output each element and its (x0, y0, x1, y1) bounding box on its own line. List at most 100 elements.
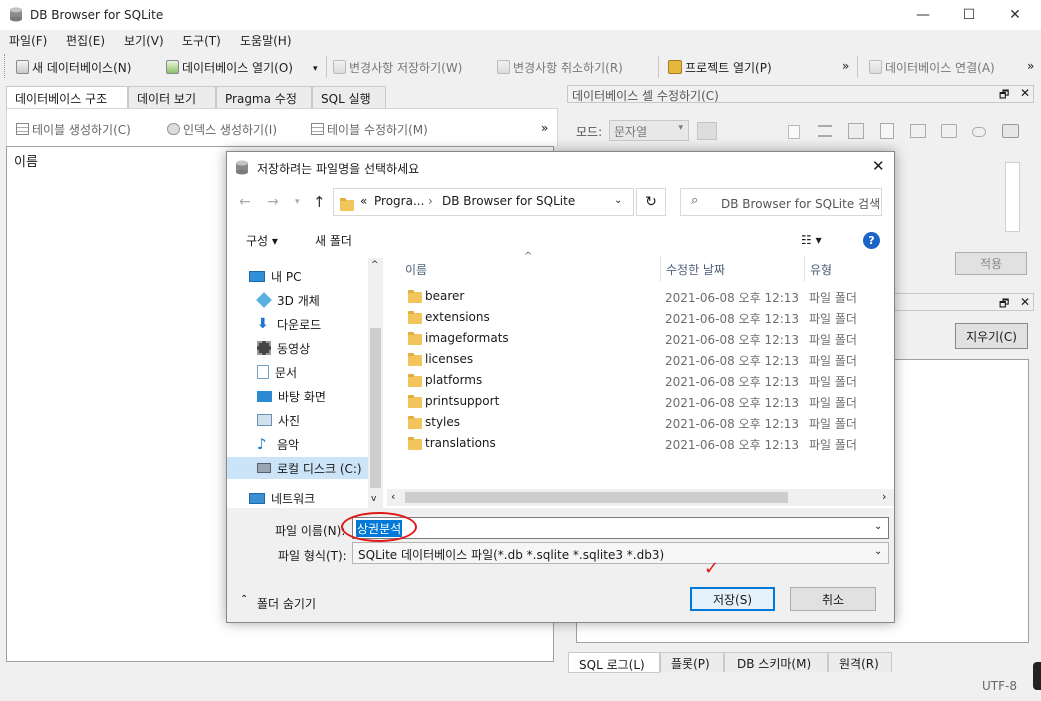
address-bar[interactable]: « Progra... › DB Browser for SQLite ⌄ (333, 188, 634, 216)
indent-icon[interactable] (818, 125, 832, 137)
nav-local-disk[interactable]: 로컬 디스크 (C:) (227, 457, 368, 479)
open-database-button[interactable]: 데이터베이스 열기(O) (166, 57, 293, 77)
tab-db-schema[interactable]: DB 스키마(M) (724, 652, 828, 672)
cancel-button[interactable]: 취소 (790, 587, 876, 611)
import-icon[interactable] (788, 125, 800, 139)
address-overflow[interactable]: « (360, 194, 367, 208)
cell-editor-area[interactable] (1005, 162, 1020, 232)
filename-dropdown-icon[interactable]: ⌄ (874, 521, 882, 532)
breadcrumb-db-browser[interactable]: DB Browser for SQLite (442, 194, 575, 208)
list-item[interactable]: printsupport 2021-06-08 오후 12:13 파일 폴더 (405, 391, 875, 412)
edit-cell-close-icon[interactable]: ✕ (1020, 86, 1030, 100)
back-arrow-icon[interactable]: ← (239, 194, 251, 210)
file-list-hscrollbar[interactable]: ‹ › (387, 489, 894, 506)
write-changes-button[interactable]: 변경사항 저장하기(W) (333, 57, 462, 77)
nav-desktop[interactable]: 바탕 화면 (257, 386, 326, 406)
modify-table-button[interactable]: 테이블 수정하기(M) (311, 119, 428, 139)
close-window-button[interactable]: ✕ (992, 0, 1038, 30)
tab-plot[interactable]: 플롯(P) (660, 652, 724, 672)
hide-folders-button[interactable]: 폴더 숨기기 (257, 595, 316, 612)
tab-execute-sql[interactable]: SQL 실행 (312, 86, 386, 108)
address-dropdown-icon[interactable]: ⌄ (614, 195, 622, 206)
menu-file[interactable]: 파일(F) (9, 32, 47, 49)
tab-sql-log[interactable]: SQL 로그(L) (568, 652, 660, 673)
scroll-left-icon[interactable]: ‹ (391, 490, 395, 503)
column-header-name[interactable]: 이름 (405, 261, 427, 278)
filetype-value: SQLite 데이터베이스 파일(*.db *.sqlite *.sqlite3… (358, 548, 665, 562)
organize-button[interactable]: 구성 ▾ (246, 232, 278, 249)
menu-help[interactable]: 도움말(H) (240, 32, 292, 49)
revert-changes-button[interactable]: 변경사항 취소하기(R) (497, 57, 623, 77)
nav-this-pc[interactable]: 내 PC (249, 266, 301, 286)
new-database-button[interactable]: 새 데이터베이스(N) (16, 57, 131, 77)
help-icon[interactable]: ? (863, 232, 880, 249)
nav-videos[interactable]: 동영상 (257, 338, 310, 358)
tab-remote[interactable]: 원격(R) (828, 652, 892, 672)
auto-switch-mode-icon[interactable] (697, 122, 717, 140)
column-header-modified[interactable]: 수정한 날짜 (666, 261, 725, 278)
search-box[interactable]: ⌕ DB Browser for SQLite 검색 (680, 188, 882, 216)
image-icon[interactable] (941, 124, 957, 138)
nav-documents[interactable]: 문서 (257, 362, 297, 382)
nav-pictures[interactable]: 사진 (257, 410, 300, 430)
nav-scrollbar[interactable]: ^ v (368, 258, 383, 508)
log-panel-close-icon[interactable]: ✕ (1020, 295, 1030, 309)
scroll-down-icon[interactable]: v (371, 494, 376, 504)
save-button[interactable]: 저장(S) (690, 587, 775, 611)
scroll-up-icon[interactable]: ^ (371, 260, 379, 270)
structure-toolbar-overflow[interactable]: » (541, 121, 548, 135)
edit-cell-float-icon[interactable]: 🗗 (999, 86, 1009, 105)
recent-dropdown-icon[interactable]: ▾ (295, 197, 300, 207)
export-icon[interactable] (880, 123, 894, 139)
toolbar-overflow[interactable]: » (842, 59, 849, 73)
menu-view[interactable]: 보기(V) (124, 32, 164, 49)
list-item[interactable]: styles 2021-06-08 오후 12:13 파일 폴더 (405, 412, 875, 433)
log-panel-float-icon[interactable]: 🗗 (999, 295, 1009, 314)
open-database-dropdown[interactable]: ▾ (313, 64, 318, 74)
list-item[interactable]: licenses 2021-06-08 오후 12:13 파일 폴더 (405, 349, 875, 370)
chevron-up-icon[interactable]: ⌃ (240, 594, 248, 605)
create-index-button[interactable]: 인덱스 생성하기(I) (167, 119, 277, 139)
nav-scrollbar-thumb[interactable] (370, 328, 381, 488)
column-header-type[interactable]: 유형 (810, 261, 832, 278)
mode-select[interactable]: 문자열 ▾ (609, 120, 689, 141)
tab-database-structure[interactable]: 데이터베이스 구조 (6, 86, 128, 109)
scroll-right-icon[interactable]: › (882, 490, 886, 503)
attach-database-button[interactable]: 데이터베이스 연결(A) (869, 57, 995, 77)
nav-3d-objects[interactable]: 3D 개체 (256, 290, 320, 310)
nav-network[interactable]: 네트워크 (249, 488, 315, 508)
menu-tools[interactable]: 도구(T) (182, 32, 221, 49)
filetype-select[interactable]: SQLite 데이터베이스 파일(*.db *.sqlite *.sqlite3… (352, 542, 889, 564)
dialog-close-button[interactable]: ✕ (872, 157, 885, 175)
maximize-button[interactable]: ☐ (946, 0, 992, 30)
clear-log-button[interactable]: 지우기(C) (955, 323, 1028, 349)
list-item[interactable]: bearer 2021-06-08 오후 12:13 파일 폴더 (405, 286, 875, 307)
nav-downloads[interactable]: ⬇ 다운로드 (257, 314, 321, 334)
tab-browse-data[interactable]: 데이터 보기 (128, 86, 216, 108)
list-item[interactable]: translations 2021-06-08 오후 12:13 파일 폴더 (405, 433, 875, 454)
create-table-button[interactable]: 테이블 생성하기(C) (16, 119, 131, 139)
print-icon[interactable] (1002, 124, 1019, 138)
hscrollbar-thumb[interactable] (405, 492, 788, 503)
list-item[interactable]: extensions 2021-06-08 오후 12:13 파일 폴더 (405, 307, 875, 328)
new-folder-button[interactable]: 새 폴더 (315, 232, 352, 249)
filename-input[interactable]: 상권분석 ⌄ (352, 517, 889, 539)
save-cell-icon[interactable] (848, 123, 864, 139)
view-options-icon[interactable]: ☷ ▾ (801, 233, 822, 247)
up-arrow-icon[interactable]: ↑ (313, 193, 326, 211)
open-project-button[interactable]: 프로젝트 열기(P) (668, 57, 772, 77)
breadcrumb-programs[interactable]: Progra... (374, 194, 424, 208)
list-item[interactable]: imageformats 2021-06-08 오후 12:13 파일 폴더 (405, 328, 875, 349)
menu-edit[interactable]: 편집(E) (66, 32, 105, 49)
minimize-button[interactable]: — (900, 0, 946, 30)
nav-music[interactable]: ♪ 음악 (257, 434, 299, 454)
tab-edit-pragmas[interactable]: Pragma 수정 (216, 86, 312, 108)
refresh-button[interactable]: ↻ (636, 188, 666, 216)
forward-arrow-icon[interactable]: → (267, 194, 279, 210)
filetype-dropdown-icon[interactable]: ⌄ (874, 546, 882, 557)
null-icon[interactable] (972, 127, 986, 137)
set-null-icon[interactable] (910, 124, 926, 138)
toolbar-overflow-2[interactable]: » (1027, 59, 1034, 73)
list-item[interactable]: platforms 2021-06-08 오후 12:13 파일 폴더 (405, 370, 875, 391)
apply-button[interactable]: 적용 (955, 252, 1027, 275)
